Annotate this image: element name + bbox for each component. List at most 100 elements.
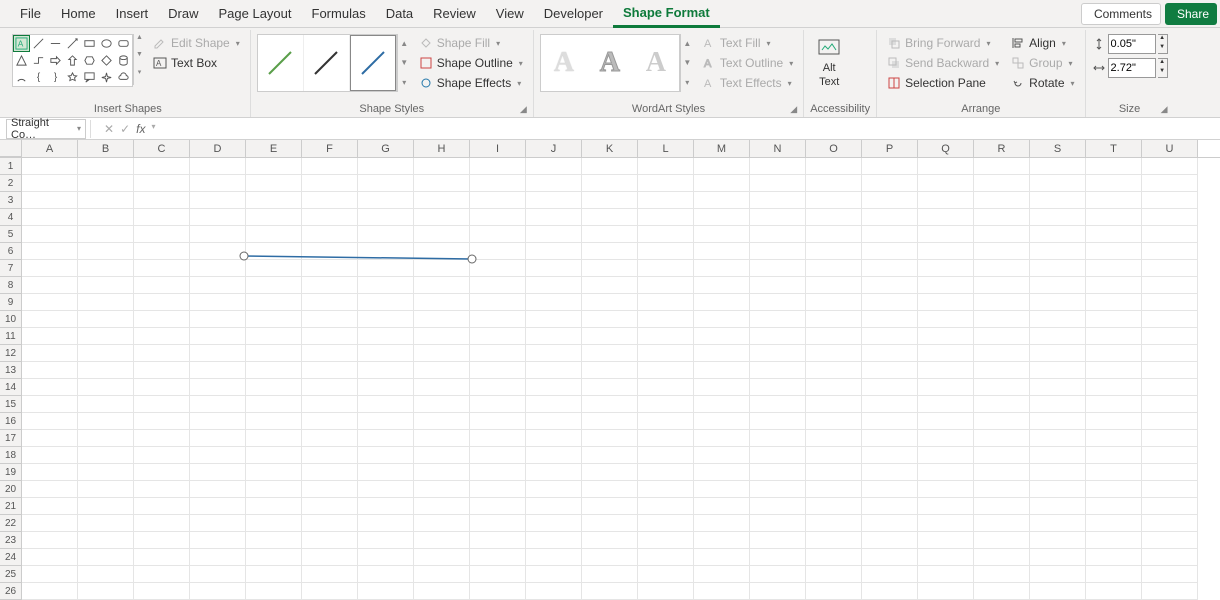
cell[interactable] bbox=[1142, 277, 1198, 294]
cell[interactable] bbox=[414, 464, 470, 481]
row-header[interactable]: 13 bbox=[0, 362, 22, 379]
cell[interactable] bbox=[750, 192, 806, 209]
cell[interactable] bbox=[862, 175, 918, 192]
cell[interactable] bbox=[862, 396, 918, 413]
cell[interactable] bbox=[806, 192, 862, 209]
cell[interactable] bbox=[134, 311, 190, 328]
cell[interactable] bbox=[134, 260, 190, 277]
cell[interactable] bbox=[414, 515, 470, 532]
cell[interactable] bbox=[1086, 464, 1142, 481]
cell[interactable] bbox=[134, 481, 190, 498]
cell[interactable] bbox=[638, 447, 694, 464]
cell[interactable] bbox=[582, 413, 638, 430]
wordart-gallery[interactable]: A A A bbox=[540, 34, 680, 92]
cell[interactable] bbox=[694, 396, 750, 413]
shape-width-input[interactable] bbox=[1108, 58, 1156, 78]
col-header[interactable]: J bbox=[526, 140, 582, 157]
cell[interactable] bbox=[358, 294, 414, 311]
cell[interactable] bbox=[638, 498, 694, 515]
cell[interactable] bbox=[190, 532, 246, 549]
cell[interactable] bbox=[1086, 583, 1142, 600]
tab-draw[interactable]: Draw bbox=[158, 1, 208, 26]
cell[interactable] bbox=[22, 464, 78, 481]
cell[interactable] bbox=[358, 498, 414, 515]
cell[interactable] bbox=[22, 515, 78, 532]
cell[interactable] bbox=[694, 566, 750, 583]
cell[interactable] bbox=[190, 294, 246, 311]
cell[interactable] bbox=[1086, 226, 1142, 243]
cell[interactable] bbox=[974, 243, 1030, 260]
cell[interactable] bbox=[694, 328, 750, 345]
cell[interactable] bbox=[22, 226, 78, 243]
cell[interactable] bbox=[862, 328, 918, 345]
cell[interactable] bbox=[1142, 243, 1198, 260]
shape-rect-icon[interactable] bbox=[81, 35, 98, 52]
cell[interactable] bbox=[302, 396, 358, 413]
cell[interactable] bbox=[806, 549, 862, 566]
col-header[interactable]: F bbox=[302, 140, 358, 157]
cell[interactable] bbox=[806, 481, 862, 498]
cell[interactable] bbox=[358, 566, 414, 583]
cell[interactable] bbox=[302, 362, 358, 379]
text-outline-button[interactable]: A Text Outline ▾ bbox=[698, 54, 797, 72]
cell[interactable] bbox=[190, 447, 246, 464]
cell[interactable] bbox=[358, 260, 414, 277]
cell[interactable] bbox=[974, 515, 1030, 532]
cell[interactable] bbox=[918, 311, 974, 328]
cell[interactable] bbox=[638, 209, 694, 226]
cell[interactable] bbox=[190, 158, 246, 175]
cell[interactable] bbox=[1086, 260, 1142, 277]
width-spinner[interactable]: ▲▼ bbox=[1158, 58, 1168, 78]
cell[interactable] bbox=[470, 158, 526, 175]
cell[interactable] bbox=[750, 396, 806, 413]
cell[interactable] bbox=[1086, 396, 1142, 413]
cell[interactable] bbox=[974, 311, 1030, 328]
cell[interactable] bbox=[750, 379, 806, 396]
cell[interactable] bbox=[806, 583, 862, 600]
cell[interactable] bbox=[1142, 362, 1198, 379]
cell[interactable] bbox=[694, 192, 750, 209]
cell[interactable] bbox=[246, 260, 302, 277]
cell[interactable] bbox=[134, 192, 190, 209]
cell[interactable] bbox=[302, 515, 358, 532]
cell[interactable] bbox=[638, 175, 694, 192]
cell[interactable] bbox=[694, 345, 750, 362]
cell[interactable] bbox=[22, 532, 78, 549]
cell[interactable] bbox=[190, 226, 246, 243]
cell[interactable] bbox=[78, 413, 134, 430]
row-header[interactable]: 24 bbox=[0, 549, 22, 566]
cell[interactable] bbox=[358, 396, 414, 413]
shape-effects-button[interactable]: Shape Effects ▾ bbox=[415, 74, 527, 92]
tab-review[interactable]: Review bbox=[423, 1, 486, 26]
cell[interactable] bbox=[1086, 175, 1142, 192]
cell[interactable] bbox=[78, 396, 134, 413]
cell[interactable] bbox=[582, 362, 638, 379]
shape-style-3[interactable] bbox=[350, 35, 396, 91]
cell[interactable] bbox=[22, 260, 78, 277]
cell[interactable] bbox=[302, 566, 358, 583]
cell[interactable] bbox=[806, 447, 862, 464]
cell[interactable] bbox=[638, 226, 694, 243]
row-header[interactable]: 18 bbox=[0, 447, 22, 464]
row-header[interactable]: 17 bbox=[0, 430, 22, 447]
shape-4star-icon[interactable] bbox=[98, 69, 115, 86]
row-header[interactable]: 6 bbox=[0, 243, 22, 260]
cell[interactable] bbox=[22, 328, 78, 345]
cell[interactable] bbox=[806, 498, 862, 515]
cell[interactable] bbox=[1030, 192, 1086, 209]
cell[interactable] bbox=[134, 175, 190, 192]
cell[interactable] bbox=[862, 277, 918, 294]
cell[interactable] bbox=[358, 362, 414, 379]
edit-shape-button[interactable]: Edit Shape ▾ bbox=[149, 34, 244, 52]
cell[interactable] bbox=[750, 277, 806, 294]
cell[interactable] bbox=[1030, 260, 1086, 277]
cell[interactable] bbox=[414, 311, 470, 328]
cell[interactable] bbox=[470, 328, 526, 345]
cell[interactable] bbox=[358, 447, 414, 464]
cell[interactable] bbox=[918, 345, 974, 362]
cell[interactable] bbox=[638, 583, 694, 600]
cell[interactable] bbox=[582, 379, 638, 396]
cell[interactable] bbox=[526, 311, 582, 328]
col-header[interactable]: N bbox=[750, 140, 806, 157]
cell[interactable] bbox=[134, 226, 190, 243]
